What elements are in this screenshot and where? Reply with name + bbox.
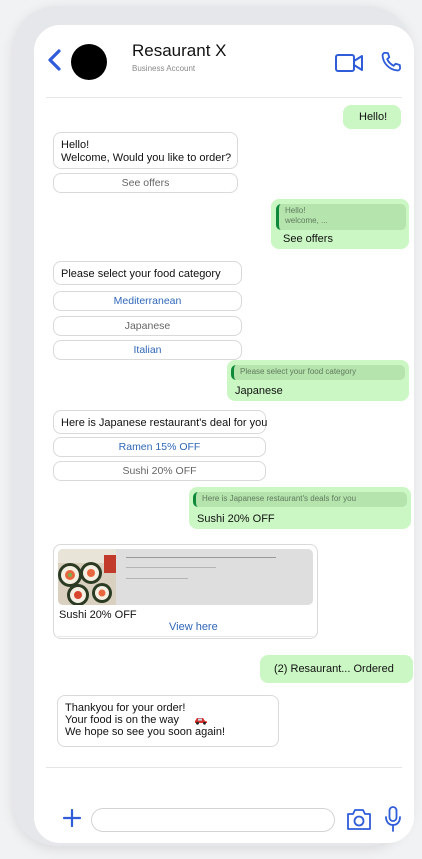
car-icon: [195, 718, 207, 725]
quoted-text: Please select your food category: [240, 367, 357, 376]
message-text: Here is Japanese restaurant's deal for y…: [61, 417, 268, 429]
chat-title[interactable]: Resaurant X: [132, 41, 227, 61]
message-text-line2: Your food is on the way: [65, 714, 179, 726]
outgoing-reply-message[interactable]: Here is Japanese restaurant's deals for …: [189, 487, 411, 529]
outgoing-message[interactable]: (2) Resaurant... Ordered: [260, 655, 413, 683]
message-text-line3: We hope so see you soon again!: [65, 726, 226, 738]
outgoing-reply-message[interactable]: Hello! welcome, ... See offers: [271, 199, 409, 249]
deal-option-ramen[interactable]: Ramen 15% OFF: [53, 437, 266, 457]
card-divider: [58, 636, 313, 637]
phone-icon: [381, 51, 402, 72]
message-text-line1: Hello!: [61, 139, 90, 151]
quoted-text: Here is Japanese restaurant's deals for …: [202, 494, 357, 503]
chat-screen: Resaurant X Business Account Hello! Hell…: [34, 25, 414, 843]
outgoing-reply-message[interactable]: Please select your food category Japanes…: [227, 360, 409, 401]
avatar[interactable]: [71, 44, 107, 80]
video-camera-icon: [335, 54, 363, 72]
category-option-italian[interactable]: Italian: [53, 340, 242, 360]
quoted-text-line2: welcome, ...: [285, 216, 328, 225]
quoted-message: Please select your food category: [231, 365, 405, 380]
composer-divider: [46, 767, 402, 768]
quoted-text-line1: Hello!: [285, 206, 306, 215]
sushi-image: [58, 549, 116, 605]
product-card[interactable]: Sushi 20% OFF View here: [53, 544, 318, 639]
message-text-line1: Thankyou for your order!: [65, 702, 186, 714]
placeholder-line: [126, 567, 216, 568]
message-text-line2: Welcome, Would you like to order?: [61, 152, 232, 164]
see-offers-button[interactable]: See offers: [53, 173, 238, 193]
microphone-button[interactable]: [383, 804, 403, 834]
message-text: Sushi 20% OFF: [197, 513, 275, 525]
message-text: (2) Resaurant... Ordered: [274, 663, 394, 675]
message-text: Hello!: [359, 111, 388, 123]
message-text: Please select your food category: [61, 268, 221, 280]
camera-button[interactable]: [344, 805, 374, 833]
incoming-message[interactable]: Here is Japanese restaurant's deal for y…: [53, 410, 268, 434]
chat-subtitle: Business Account: [132, 64, 196, 73]
message-text: See offers: [283, 233, 333, 245]
camera-icon: [347, 809, 371, 830]
incoming-message[interactable]: Hello! Welcome, Would you like to order?: [53, 132, 238, 169]
quoted-message: Hello! welcome, ...: [276, 204, 406, 230]
category-option-japanese[interactable]: Japanese: [53, 316, 242, 336]
deal-option-sushi[interactable]: Sushi 20% OFF: [53, 461, 266, 481]
add-attachment-button[interactable]: [61, 807, 83, 829]
back-button[interactable]: [44, 47, 66, 73]
phone-frame: Resaurant X Business Account Hello! Hell…: [13, 6, 414, 846]
view-here-link[interactable]: View here: [169, 621, 218, 633]
video-call-button[interactable]: [334, 52, 366, 74]
quoted-message: Here is Japanese restaurant's deals for …: [193, 492, 407, 507]
message-text: Japanese: [235, 385, 283, 397]
phone-call-button[interactable]: [378, 49, 404, 75]
category-option-mediterranean[interactable]: Mediterranean: [53, 291, 242, 311]
card-preview: [58, 549, 313, 605]
chevron-left-icon: [48, 49, 61, 71]
placeholder-line: [126, 557, 276, 558]
plus-icon: [62, 808, 82, 828]
microphone-icon: [385, 806, 401, 832]
incoming-message[interactable]: Thankyou for your order! Your food is on…: [57, 695, 279, 747]
outgoing-message[interactable]: Hello!: [343, 105, 401, 129]
incoming-message[interactable]: Please select your food category: [53, 261, 242, 285]
card-title: Sushi 20% OFF: [59, 609, 137, 621]
message-input[interactable]: [91, 808, 335, 832]
placeholder-line: [126, 578, 188, 579]
header-divider: [46, 97, 402, 98]
